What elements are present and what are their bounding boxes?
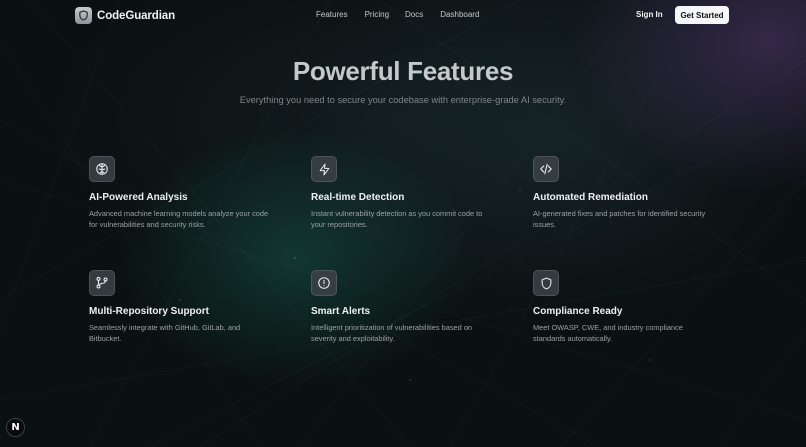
feature-title: Smart Alerts [311,306,371,317]
git-branch-icon [89,270,115,296]
feature-description: Advanced machine learning models analyze… [89,209,269,229]
nav-links: Features Pricing Docs Dashboard [316,10,479,19]
feature-card-compliance: Compliance Ready Meet OWASP, CWE, and in… [533,270,723,344]
nav-link-docs[interactable]: Docs [405,10,423,19]
feature-title: AI-Powered Analysis [89,192,188,203]
brand-name: CodeGuardian [97,9,176,22]
nav-link-features[interactable]: Features [316,10,348,19]
feature-description: Intelligent prioritization of vulnerabil… [311,323,473,343]
brain-icon [89,156,115,182]
feature-card-automated-remediation: Automated Remediation AI-generated fixes… [533,156,723,230]
feature-title: Real-time Detection [311,192,405,203]
page-title: Powerful Features [292,56,514,86]
page-subtitle: Everything you need to secure your codeb… [239,95,567,105]
nav-link-dashboard[interactable]: Dashboard [440,10,479,19]
feature-description: Meet OWASP, CWE, and industry compliance… [533,323,683,343]
feature-card-realtime-detection: Real-time Detection Instant vulnerabilit… [311,156,501,230]
feature-card-multi-repository: Multi-Repository Support Seamlessly inte… [89,270,279,344]
lightning-icon [311,156,337,182]
top-navbar: CodeGuardian Features Pricing Docs Dashb… [0,0,806,31]
sign-in-link[interactable]: Sign In [636,10,663,19]
feature-description: Seamlessly integrate with GitHub, GitLab… [89,323,241,343]
code-icon [533,156,559,182]
alert-circle-icon [311,270,337,296]
feature-description: AI-generated fixes and patches for ident… [533,209,706,229]
feature-title: Automated Remediation [533,192,649,203]
dev-tools-badge[interactable]: N [6,418,25,437]
nav-link-pricing[interactable]: Pricing [365,10,389,19]
feature-card-ai-analysis: AI-Powered Analysis Advanced machine lea… [89,156,279,230]
brand[interactable]: CodeGuardian [75,6,175,25]
shield-icon [75,7,92,24]
feature-description: Instant vulnerability detection as you c… [311,209,483,229]
get-started-button[interactable]: Get Started [675,6,729,24]
shield-icon [533,270,559,296]
feature-card-smart-alerts: Smart Alerts Intelligent prioritization … [311,270,501,344]
feature-title: Compliance Ready [533,306,623,317]
feature-title: Multi-Repository Support [89,306,209,317]
